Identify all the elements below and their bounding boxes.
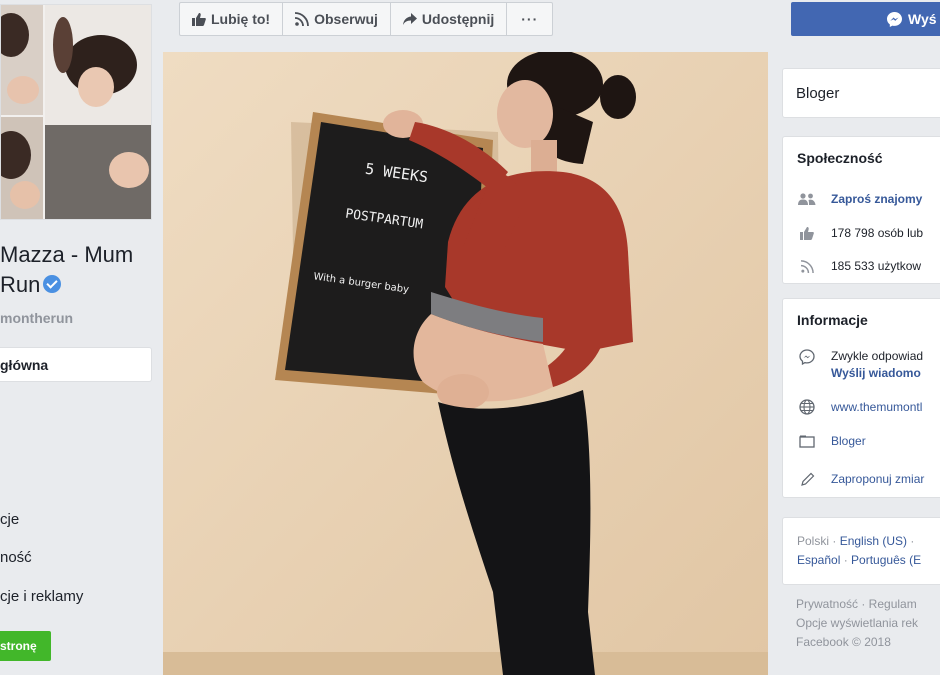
footer-copyright: Facebook © 2018: [796, 635, 891, 649]
rss-icon: [295, 12, 310, 26]
response-time-row: Zwykle odpowiad Wyślij wiadomo: [797, 349, 923, 382]
follows-count: 185 533 użytkow: [831, 259, 922, 273]
follow-button[interactable]: Obserwuj: [283, 3, 391, 35]
lang-sep-3: ·: [840, 553, 852, 567]
share-label: Udostępnij: [421, 11, 495, 27]
category-card: Bloger: [782, 68, 940, 118]
follows-count-row: 185 533 użytkow: [797, 258, 921, 274]
current-language: Polski: [797, 534, 830, 548]
info-card: Informacje Zwykle odpowiad Wyślij wiadom…: [782, 298, 940, 498]
category-icon: [797, 433, 817, 449]
likes-count-row: 178 798 osób lub: [797, 225, 923, 241]
community-card: Społeczność Zaproś znajomy 178 798 osób …: [782, 136, 940, 284]
page-name-line2: Run: [0, 272, 41, 297]
category-label[interactable]: Bloger: [796, 85, 839, 102]
page-action-bar: Lubię to! Obserwuj Udostępnij ··· Wyś: [163, 0, 940, 52]
page-name-line2-wrap: Run: [0, 270, 163, 300]
likes-count: 178 798 osób lub: [831, 226, 924, 240]
like-button[interactable]: Lubię to!: [180, 3, 284, 35]
verified-badge-icon: [43, 275, 62, 293]
page-name: Mazza - Mum Run: [0, 240, 163, 300]
friends-icon: [797, 191, 817, 207]
page-handle[interactable]: montherun: [0, 310, 73, 326]
footer-line2[interactable]: Opcje wyświetlania rek: [796, 614, 918, 633]
footer-line1[interactable]: Prywatność · Regulam: [796, 595, 918, 614]
profile-picture[interactable]: [0, 4, 152, 220]
footer-links: Prywatność · Regulam Opcje wyświetlania …: [796, 595, 918, 652]
nav-item-1[interactable]: cje: [0, 511, 19, 528]
share-button[interactable]: Udostępnij: [391, 3, 508, 35]
send-message-link[interactable]: Wyślij wiadomo: [831, 365, 923, 382]
info-title[interactable]: Informacje: [783, 299, 940, 328]
follow-label: Obserwuj: [314, 11, 378, 27]
page-name-line1: Mazza - Mum: [0, 242, 134, 267]
messenger-icon: [887, 11, 902, 27]
language-card: Polski · English (US) · Español · Portug…: [782, 517, 940, 585]
pencil-icon: [797, 471, 817, 487]
invite-friends-link: Zaproś znajomy: [831, 192, 923, 206]
nav-item-3[interactable]: cje i reklamy: [0, 588, 83, 605]
globe-icon: [797, 399, 817, 415]
nav-item-2[interactable]: ność: [0, 549, 32, 566]
send-message-button[interactable]: Wyś: [791, 2, 940, 36]
info-category-link: Bloger: [831, 434, 866, 448]
create-page-button[interactable]: stronę: [0, 631, 51, 661]
language-line2: Español · Português (E: [797, 551, 940, 570]
invite-friends-row[interactable]: Zaproś znajomy: [797, 191, 922, 207]
nav-item-home[interactable]: główna: [0, 347, 152, 382]
thumbs-up-icon: [192, 12, 206, 26]
rss-follow-icon: [797, 258, 817, 274]
suggest-edit-link: Zaproponuj zmiar: [831, 472, 925, 486]
messenger-bubble-icon: [797, 349, 817, 365]
cover-photo[interactable]: 5 WEEKS POSTPARTUM With a burger baby: [163, 52, 768, 675]
response-time: Zwykle odpowiad: [831, 349, 924, 363]
suggest-edit-row[interactable]: Zaproponuj zmiar: [797, 471, 924, 487]
like-label: Lubię to!: [211, 11, 271, 27]
response-time-text: Zwykle odpowiad Wyślij wiadomo: [831, 348, 923, 382]
community-title[interactable]: Społeczność: [783, 137, 940, 166]
language-spanish[interactable]: Español: [797, 553, 840, 567]
lang-sep-2: ·: [907, 534, 915, 548]
share-arrow-icon: [402, 13, 417, 25]
action-button-group: Lubię to! Obserwuj Udostępnij ···: [179, 2, 554, 36]
send-message-label: Wyś: [908, 11, 937, 27]
language-english[interactable]: English (US): [840, 534, 907, 548]
info-category-row[interactable]: Bloger: [797, 433, 866, 449]
like-icon: [797, 225, 817, 241]
language-portuguese[interactable]: Português (E: [851, 553, 921, 567]
cover-photo-image: [163, 52, 768, 675]
website-link: www.themumontl: [831, 400, 923, 414]
more-button[interactable]: ···: [507, 3, 552, 35]
lang-sep-1: ·: [829, 534, 840, 548]
left-column: Mazza - Mum Run montherun główna cje noś…: [0, 0, 163, 675]
language-line1: Polski · English (US) ·: [797, 532, 940, 551]
website-row[interactable]: www.themumontl: [797, 399, 922, 415]
